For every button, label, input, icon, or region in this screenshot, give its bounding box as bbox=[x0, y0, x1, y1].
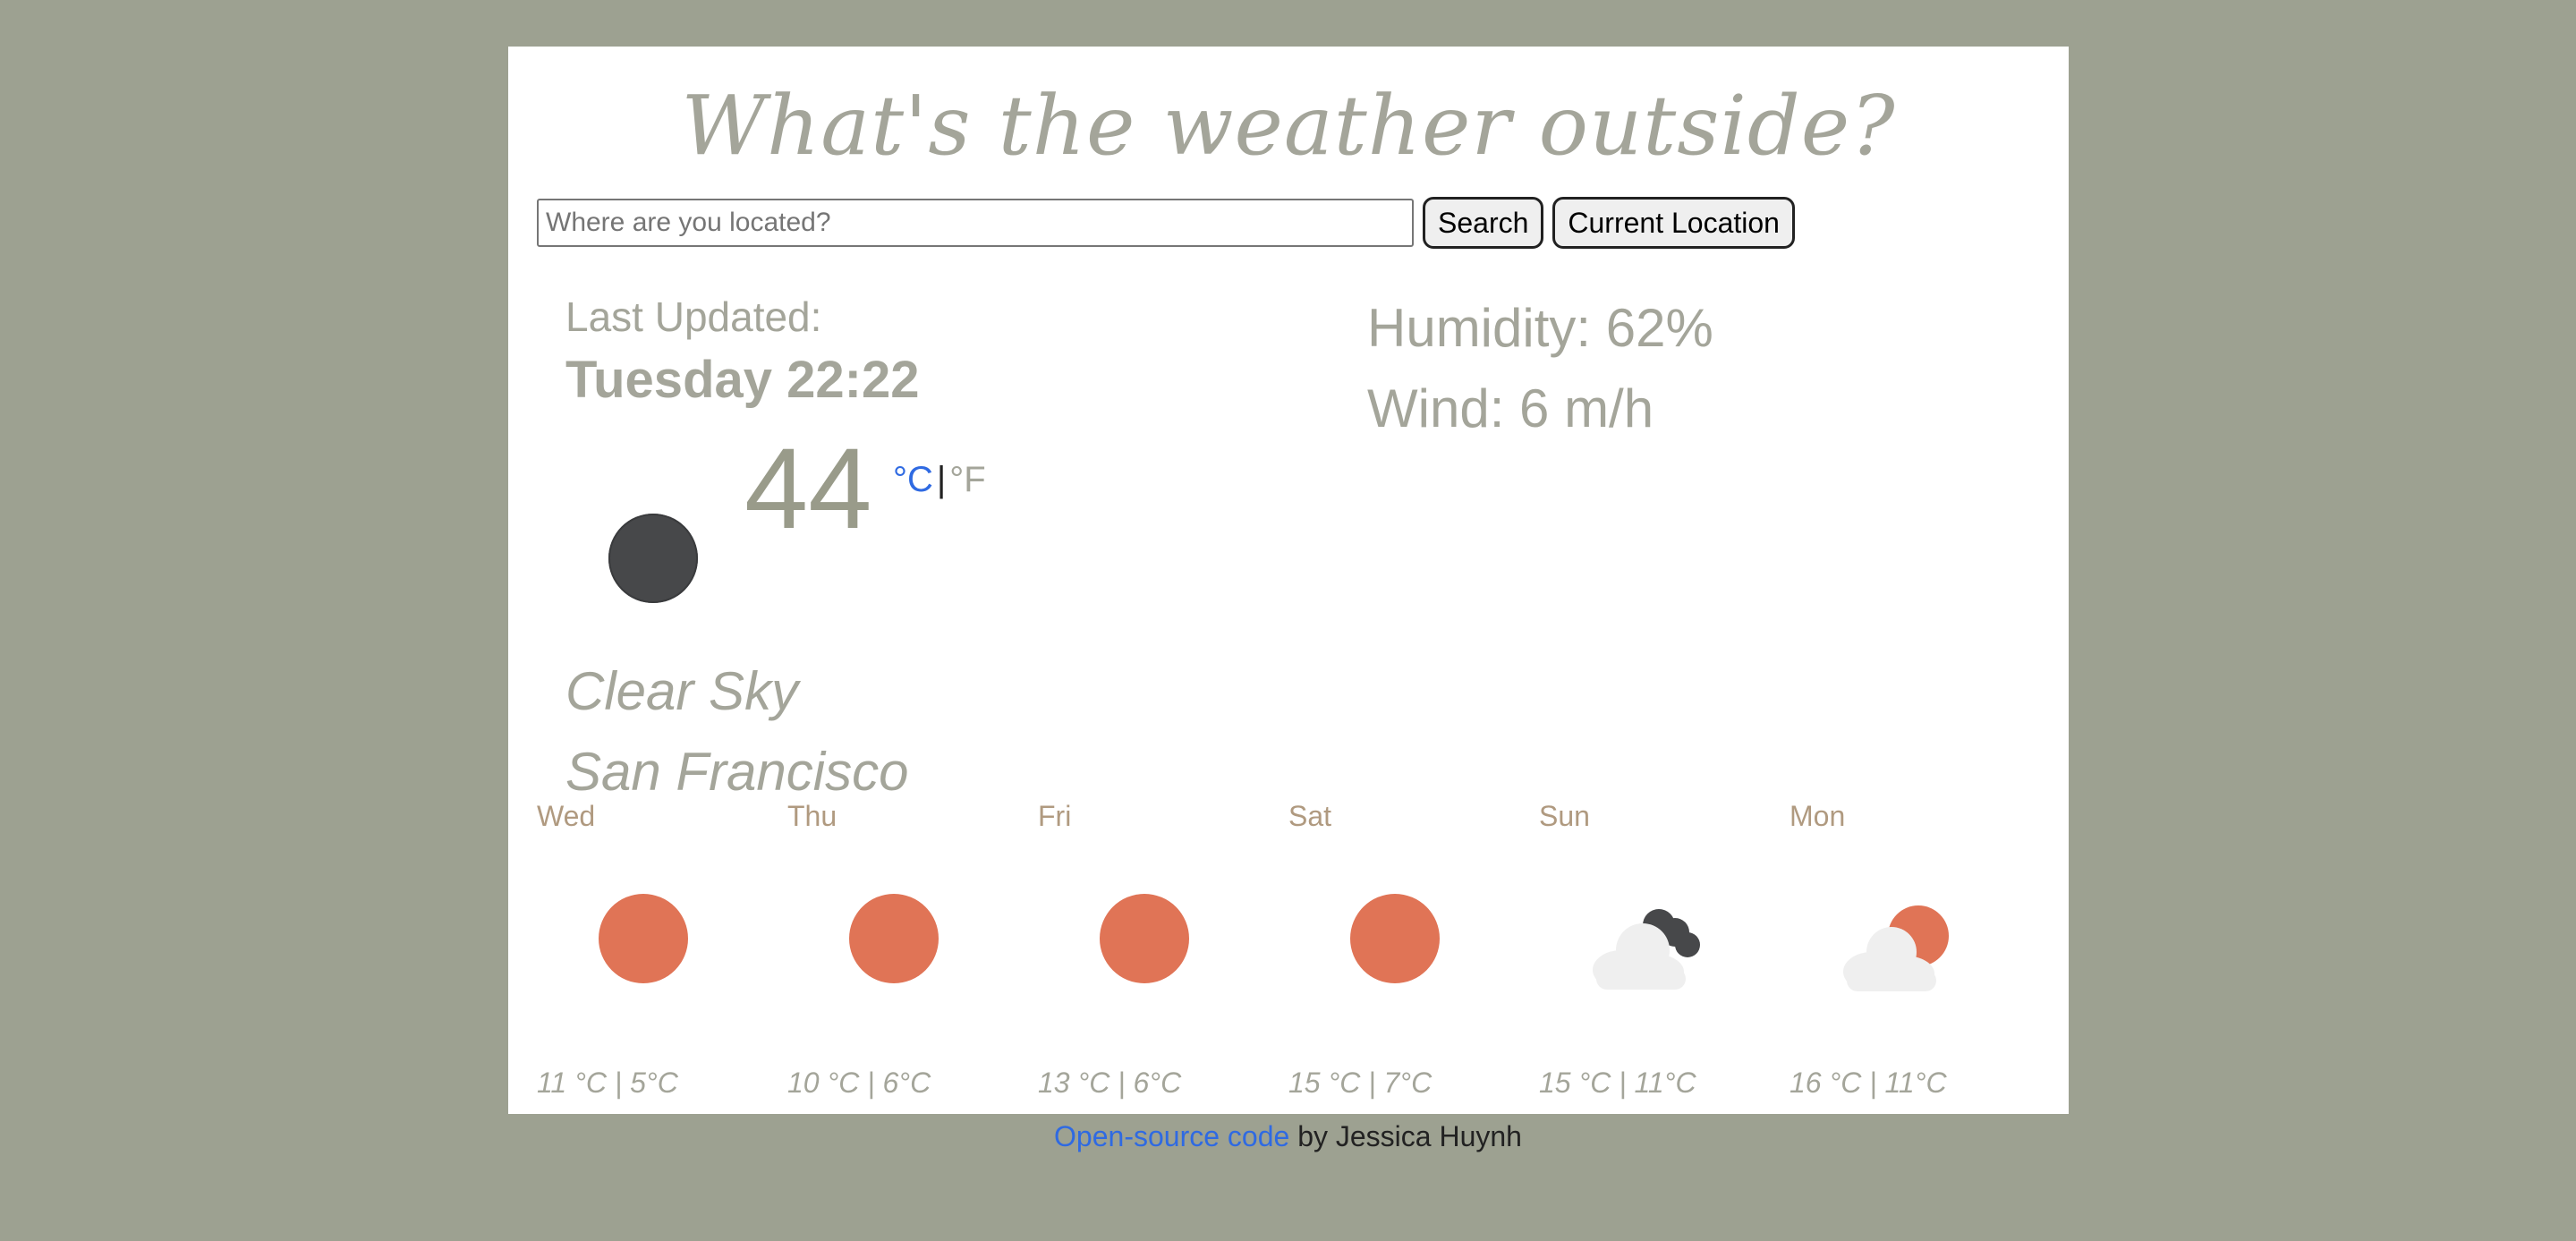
forecast-day: Sun 15 °C | 11°C bbox=[1539, 798, 1790, 1102]
footer-credit: by Jessica Huynh bbox=[1289, 1120, 1522, 1152]
forecast-temps: 15 °C | 11°C bbox=[1539, 1067, 1696, 1099]
last-updated: Last Updated: Tuesday 22:22 bbox=[565, 288, 919, 415]
sun-icon bbox=[599, 894, 688, 983]
unit-separator: | bbox=[936, 460, 947, 499]
search-button[interactable]: Search bbox=[1423, 197, 1544, 249]
last-updated-label: Last Updated: bbox=[565, 293, 822, 340]
forecast-temps: 13 °C | 6°C bbox=[1038, 1067, 1182, 1099]
search-form: Search Current Location bbox=[537, 197, 1795, 249]
forecast-day: Thu 10 °C | 6°C bbox=[787, 798, 1038, 1102]
weather-details: Humidity: 62% Wind: 6 m/h bbox=[1367, 288, 1713, 449]
forecast-day-name: Fri bbox=[1038, 800, 1072, 832]
forecast-temps: 15 °C | 7°C bbox=[1288, 1067, 1433, 1099]
cloud-sun-icon bbox=[1843, 905, 1949, 991]
forecast-temps: 10 °C | 6°C bbox=[787, 1067, 931, 1099]
sun-icon bbox=[1100, 894, 1189, 983]
condition-text: Clear Sky bbox=[565, 661, 799, 721]
forecast-day-name: Sun bbox=[1539, 800, 1590, 832]
weather-description: Clear Sky San Francisco bbox=[565, 651, 909, 812]
forecast-temps: 16 °C | 11°C bbox=[1790, 1067, 1947, 1099]
forecast-day-name: Sat bbox=[1288, 800, 1332, 832]
forecast-day: Wed 11 °C | 5°C bbox=[537, 798, 787, 1102]
last-updated-time: Tuesday 22:22 bbox=[565, 351, 920, 409]
current-conditions: 44 °C | °F bbox=[608, 422, 1145, 603]
sun-icon bbox=[849, 894, 939, 983]
forecast-day: Sat 15 °C | 7°C bbox=[1288, 798, 1539, 1102]
forecast-temps: 11 °C | 5°C bbox=[537, 1067, 678, 1099]
forecast-day-name: Mon bbox=[1790, 800, 1846, 832]
celsius-link[interactable]: °C bbox=[893, 460, 933, 499]
footer: Open-source code by Jessica Huynh bbox=[0, 1118, 2576, 1154]
forecast-day: Mon 16 °C | 11°C bbox=[1790, 798, 2040, 1102]
fahrenheit-link[interactable]: °F bbox=[949, 460, 985, 499]
forecast-day: Fri 13 °C | 6°C bbox=[1038, 798, 1288, 1102]
cloud-night-icon bbox=[1593, 909, 1700, 990]
current-location-button[interactable]: Current Location bbox=[1552, 197, 1795, 249]
forecast-day-name: Wed bbox=[537, 800, 596, 832]
page-title: What's the weather outside? bbox=[681, 78, 1896, 174]
humidity: Humidity: 62% bbox=[1367, 298, 1713, 358]
current-temperature: 44 bbox=[744, 425, 872, 553]
open-source-link[interactable]: Open-source code bbox=[1054, 1120, 1289, 1152]
forecast-day-name: Thu bbox=[787, 800, 837, 832]
search-input[interactable] bbox=[537, 199, 1414, 247]
sun-icon bbox=[1350, 894, 1440, 983]
weather-card: What's the weather outside? Search Curre… bbox=[508, 47, 2069, 1114]
unit-toggle: °C | °F bbox=[893, 460, 986, 499]
forecast: Wed 11 °C | 5°C Thu 10 °C | 6°C Fri 13 °… bbox=[537, 798, 2040, 1102]
wind: Wind: 6 m/h bbox=[1367, 378, 1654, 438]
moon-icon bbox=[608, 514, 698, 603]
